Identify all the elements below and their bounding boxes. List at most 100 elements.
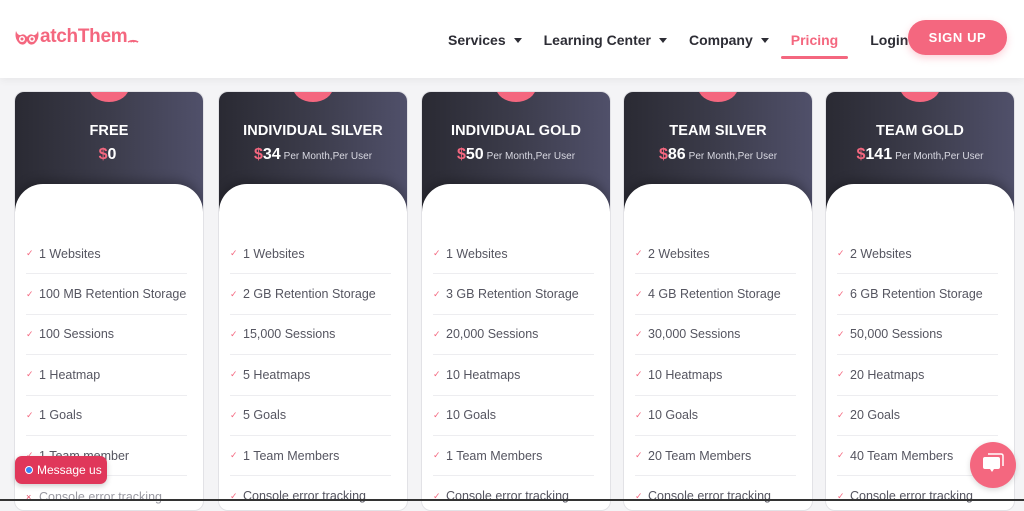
- feature-text: 1 Websites: [39, 246, 101, 261]
- pricing-card-team-silver: TEAM SILVER $86 Per Month,Per User ✓ 2 Websi…: [623, 91, 813, 511]
- message-us-label: Message us: [37, 463, 102, 477]
- card-badge-circle: [900, 92, 940, 102]
- card-badge-circle: [89, 92, 129, 102]
- feature-item: ✓ 1 Websites: [230, 234, 391, 275]
- feature-text: 1 Heatmap: [39, 367, 101, 382]
- pricing-card-free: FREE $0 ✓ 1 Websites ✓ 100 MB Retention Stora…: [14, 91, 204, 511]
- feature-item: ✓ 2 Websites: [635, 234, 796, 275]
- currency-symbol: $: [253, 146, 263, 163]
- nav-pricing[interactable]: Pricing: [780, 29, 849, 59]
- feature-text: 2 Websites: [850, 246, 912, 261]
- feature-item: ✓ 1 Team Members: [433, 436, 594, 477]
- plan-title: TEAM GOLD: [876, 123, 964, 139]
- check-icon: ✓: [635, 409, 643, 420]
- logo-eyes-icon: [14, 27, 40, 47]
- feature-item: ✓ Console error tracking: [635, 476, 796, 510]
- check-icon: ✓: [26, 288, 34, 299]
- message-us-button[interactable]: Message us: [15, 456, 107, 484]
- nav-label: Learning Center: [543, 32, 651, 48]
- pricing-card-individual-gold: INDIVIDUAL GOLD $50 Per Month,Per User ✓ 1 W…: [421, 91, 611, 511]
- nav-services[interactable]: Services: [448, 29, 522, 51]
- feature-text: 2 GB Retention Storage: [243, 287, 376, 302]
- feature-text: 40 Team Members: [850, 448, 954, 463]
- feature-text: 10 Goals: [446, 408, 497, 423]
- price-period: Per Month,Per User: [486, 151, 576, 162]
- price-period: Per Month,Per User: [688, 151, 778, 162]
- logo[interactable]: atchThem: [14, 26, 139, 48]
- main-nav: Services Learning Center Company Pricing…: [448, 29, 930, 59]
- feature-item: ✓ 1 Goals: [26, 396, 187, 436]
- feature-list: ✓ 1 Websites ✓ 2 GB Retention Storage ✓ 15,00…: [230, 234, 391, 510]
- feature-item: ✓ 50,000 Sessions: [837, 315, 998, 356]
- feature-text: Console error tracking: [39, 489, 162, 504]
- feature-text: 10 Heatmaps: [446, 367, 521, 382]
- chat-button[interactable]: [970, 442, 1016, 488]
- check-icon: ✓: [837, 248, 845, 259]
- card-badge-circle: [293, 92, 333, 102]
- caret-down-icon: [760, 37, 769, 43]
- check-icon: ✓: [635, 369, 643, 380]
- feature-item: ✓ 10 Goals: [635, 396, 796, 436]
- nav-learning-center[interactable]: Learning Center: [544, 29, 667, 51]
- check-icon: ✓: [433, 328, 441, 339]
- feature-item: ✓ 20 Heatmaps: [837, 355, 998, 396]
- feature-item: ✓ 6 GB Retention Storage: [837, 274, 998, 315]
- feature-item: ✓ 1 Websites: [433, 234, 594, 275]
- feature-text: 100 MB Retention Storage: [39, 287, 187, 302]
- nav-login[interactable]: Login: [870, 29, 908, 51]
- nav-label: Login: [870, 32, 909, 48]
- check-icon: ✓: [26, 328, 34, 339]
- feature-item: ✓ 10 Heatmaps: [433, 355, 594, 396]
- check-icon: ✓: [433, 288, 441, 299]
- feature-item: ✓ 15,000 Sessions: [230, 315, 391, 356]
- plan-title: INDIVIDUAL SILVER: [243, 123, 383, 139]
- price-period: Per Month,Per User: [895, 151, 984, 162]
- feature-item: ✓ 4 GB Retention Storage: [635, 274, 796, 315]
- check-icon: ✓: [26, 369, 34, 380]
- feature-item: ✓ 10 Heatmaps: [635, 355, 796, 396]
- check-icon: ✓: [837, 288, 845, 299]
- feature-item: ✓ 5 Goals: [230, 396, 391, 436]
- currency-symbol: $: [658, 146, 668, 163]
- check-icon: ✓: [433, 409, 441, 420]
- feature-item: ✓ Console error tracking: [230, 476, 391, 510]
- plan-price: $86 Per Month,Per User: [624, 146, 812, 164]
- card-badge-circle: [496, 92, 536, 102]
- feature-item: ✓ 20 Team Members: [635, 436, 796, 477]
- plan-price: $34 Per Month,Per User: [219, 146, 407, 164]
- feature-text: 1 Team Members: [243, 448, 340, 463]
- feature-item: ✓ 100 Sessions: [26, 315, 187, 356]
- feature-text: 10 Heatmaps: [648, 367, 723, 382]
- chat-bubble-icon: [982, 452, 1004, 479]
- card-badge-circle: [698, 92, 738, 102]
- check-icon: ✓: [433, 369, 441, 380]
- feature-list: ✓ 2 Websites ✓ 4 GB Retention Storage ✓ 30,00…: [635, 234, 796, 510]
- feature-text: 5 Heatmaps: [243, 367, 311, 382]
- plan-title: TEAM SILVER: [669, 123, 767, 139]
- feature-text: 1 Goals: [39, 408, 83, 423]
- nav-company[interactable]: Company: [689, 29, 769, 51]
- feature-text: 20 Team Members: [648, 448, 752, 463]
- feature-text: 5 Goals: [243, 408, 287, 423]
- feature-item: ✓ 1 Team Members: [230, 436, 391, 477]
- feature-item: ✓ Console error tracking: [837, 476, 998, 510]
- plan-price: $0: [15, 146, 203, 164]
- currency-symbol: $: [98, 146, 108, 163]
- sign-up-button[interactable]: SIGN UP: [908, 20, 1007, 55]
- check-icon: ✓: [26, 409, 34, 420]
- feature-text: 20,000 Sessions: [446, 327, 539, 342]
- plan-title: FREE: [89, 123, 129, 139]
- online-status-icon: [25, 466, 33, 474]
- check-icon: ✓: [230, 409, 238, 420]
- price-amount: 86: [667, 146, 686, 163]
- feature-item: ✓ 10 Goals: [433, 396, 594, 436]
- currency-symbol: $: [456, 146, 466, 163]
- price-amount: 34: [262, 146, 281, 163]
- caret-down-icon: [658, 37, 667, 43]
- check-icon: ✓: [230, 248, 238, 259]
- feature-item: ✓ 5 Heatmaps: [230, 355, 391, 396]
- feature-item: ✓ Console error tracking: [433, 476, 594, 510]
- feature-item: ✓ 30,000 Sessions: [635, 315, 796, 356]
- feature-text: 6 GB Retention Storage: [850, 287, 983, 302]
- feature-item: ✓ 1 Websites: [26, 234, 187, 275]
